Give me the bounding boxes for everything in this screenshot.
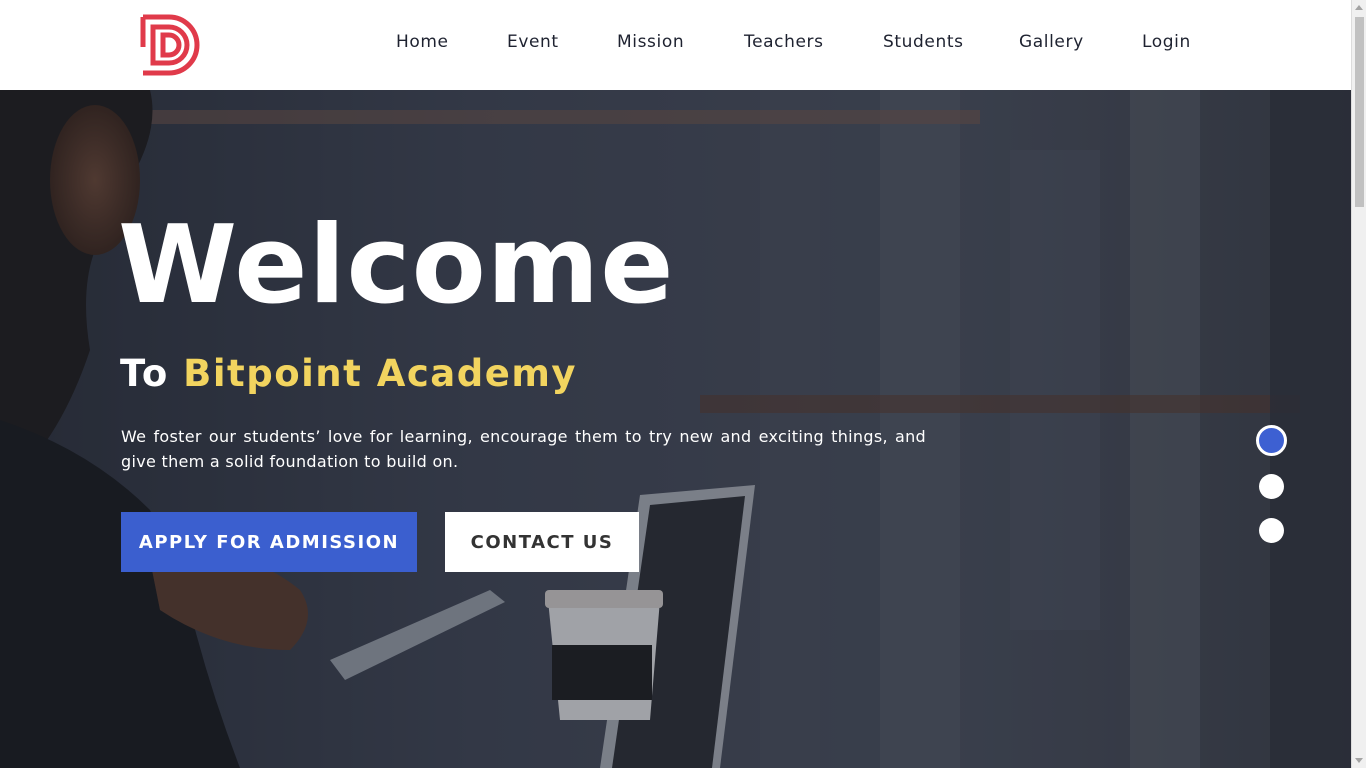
page-scrollbar[interactable] <box>1351 0 1366 768</box>
main-nav: Home Event Mission Teachers Students Gal… <box>0 0 1351 90</box>
slider-dot-2[interactable] <box>1259 474 1284 499</box>
scroll-down-arrow-icon[interactable] <box>1355 758 1363 763</box>
hero-banner: Welcome To Bitpoint Academy We foster ou… <box>0 90 1351 768</box>
nav-home-link[interactable]: Home <box>396 32 449 52</box>
hero-subtitle-prefix: To <box>120 352 169 395</box>
scroll-up-arrow-icon[interactable] <box>1355 5 1363 10</box>
hero-subtitle: To Bitpoint Academy <box>120 352 577 395</box>
hero-subtitle-brand: Bitpoint Academy <box>183 352 577 395</box>
slider-dot-3[interactable] <box>1259 518 1284 543</box>
nav-teachers-link[interactable]: Teachers <box>744 32 824 52</box>
nav-login-link[interactable]: Login <box>1142 32 1191 52</box>
nav-event-link[interactable]: Event <box>507 32 559 52</box>
scroll-thumb[interactable] <box>1355 17 1364 207</box>
apply-for-admission-button[interactable]: APPLY FOR ADMISSION <box>121 512 417 572</box>
site-header: Home Event Mission Teachers Students Gal… <box>0 0 1351 90</box>
nav-gallery-link[interactable]: Gallery <box>1019 32 1084 52</box>
contact-us-button[interactable]: CONTACT US <box>445 512 639 572</box>
nav-students-link[interactable]: Students <box>883 32 964 52</box>
hero-title: Welcome <box>118 203 675 328</box>
nav-mission-link[interactable]: Mission <box>617 32 684 52</box>
slider-dot-1[interactable] <box>1256 425 1287 456</box>
hero-description: We foster our students’ love for learnin… <box>121 427 926 471</box>
